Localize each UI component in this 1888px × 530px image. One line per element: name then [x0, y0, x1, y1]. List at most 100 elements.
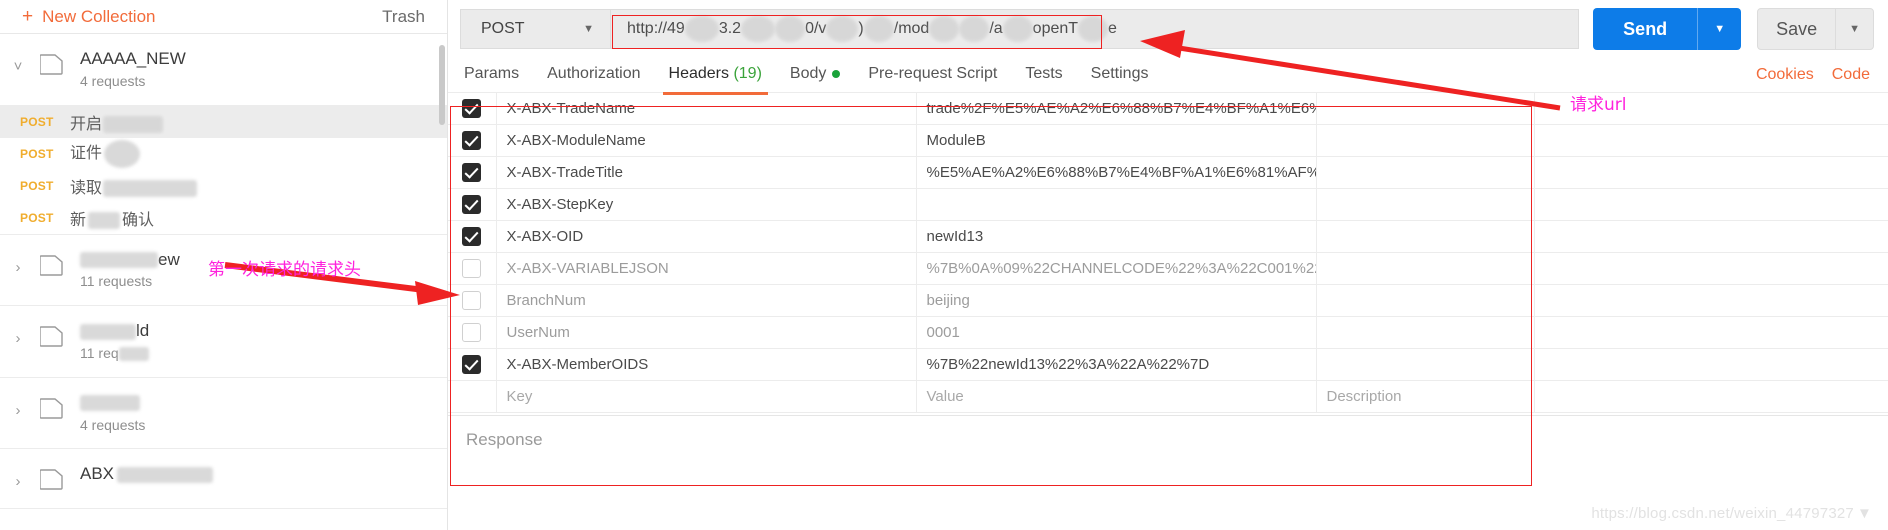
row-checkbox-cell[interactable]: [448, 252, 497, 285]
cookies-link[interactable]: Cookies: [1756, 66, 1814, 84]
collection-item-aaaaa-new[interactable]: ˅ AAAAA_NEW 4 requests: [0, 34, 447, 106]
tab-body[interactable]: Body: [776, 65, 854, 92]
tab-pre-request-script[interactable]: Pre-request Script: [854, 65, 1011, 92]
collection-item-4[interactable]: › ABX: [0, 449, 447, 510]
header-description[interactable]: [1315, 124, 1535, 157]
http-method-select[interactable]: POST ▼: [460, 9, 610, 49]
table-row[interactable]: X-ABX-OID newId13: [448, 220, 1888, 253]
header-key[interactable]: BranchNum: [495, 284, 917, 317]
chevron-right-icon[interactable]: ›: [10, 247, 26, 276]
header-key[interactable]: X-ABX-TradeName: [495, 92, 917, 125]
checkbox-checked-icon[interactable]: [462, 227, 482, 246]
header-key[interactable]: X-ABX-MemberOIDS: [495, 348, 917, 381]
header-value[interactable]: ModuleB: [915, 124, 1317, 157]
header-description[interactable]: [1315, 92, 1535, 125]
table-row[interactable]: X-ABX-MemberOIDS %7B%22newId13%22%3A%22A…: [448, 348, 1888, 381]
row-checkbox-cell[interactable]: [448, 284, 497, 317]
table-row[interactable]: X-ABX-TradeName trade%2F%E5%AE%A2%E6%88%…: [448, 92, 1888, 125]
tab-authorization[interactable]: Authorization: [533, 65, 654, 92]
new-description-input[interactable]: Description: [1315, 380, 1535, 413]
checkbox-checked-icon[interactable]: [462, 163, 482, 182]
tab-headers[interactable]: Headers (19): [655, 65, 776, 95]
collection-count: 11 req: [80, 344, 149, 364]
checkbox-unchecked-icon[interactable]: [462, 291, 482, 310]
header-value[interactable]: newId13: [915, 220, 1317, 253]
chevron-down-icon[interactable]: ˅: [10, 46, 26, 75]
tab-settings[interactable]: Settings: [1077, 65, 1163, 92]
checkbox-checked-icon[interactable]: [462, 355, 482, 374]
new-collection-label: New Collection: [42, 6, 156, 26]
new-collection-button[interactable]: + New Collection: [22, 7, 156, 27]
header-key[interactable]: UserNum: [495, 316, 917, 349]
row-checkbox-cell[interactable]: [448, 316, 497, 349]
header-key[interactable]: X-ABX-StepKey: [495, 188, 917, 221]
collection-item-3[interactable]: › 4 requests: [0, 378, 447, 450]
checkbox-checked-icon[interactable]: [462, 131, 482, 150]
header-value[interactable]: 0001: [915, 316, 1317, 349]
header-value[interactable]: [915, 188, 1317, 221]
send-dropdown-caret-icon[interactable]: ▼: [1698, 8, 1741, 50]
sidebar-header: + New Collection Trash: [0, 0, 447, 34]
chevron-right-icon[interactable]: ›: [10, 390, 26, 419]
collection-item-1[interactable]: › ew 11 requests: [0, 233, 447, 307]
new-value-input[interactable]: Value: [915, 380, 1317, 413]
header-key[interactable]: X-ABX-VARIABLEJSON: [495, 252, 917, 285]
header-key[interactable]: X-ABX-TradeTitle: [495, 156, 917, 189]
header-value[interactable]: %7B%22newId13%22%3A%22A%22%7D: [915, 348, 1317, 381]
header-value[interactable]: trade%2F%E5%AE%A2%E6%88%B7%E4%BF%A1%E6%8…: [915, 92, 1317, 125]
header-value[interactable]: %E5%AE%A2%E6%88%B7%E4%BF%A1%E6%81%AF%E7%…: [915, 156, 1317, 189]
code-link[interactable]: Code: [1832, 66, 1870, 84]
chevron-right-icon[interactable]: ›: [10, 318, 26, 347]
row-checkbox-cell[interactable]: [448, 156, 497, 189]
checkbox-unchecked-icon[interactable]: [462, 323, 482, 342]
header-description[interactable]: [1315, 220, 1535, 253]
header-description[interactable]: [1315, 188, 1535, 221]
new-key-input[interactable]: Key: [495, 380, 917, 413]
redaction-blob: [103, 115, 164, 133]
row-checkbox-cell[interactable]: [448, 188, 497, 221]
header-description[interactable]: [1315, 348, 1535, 381]
folder-icon: [39, 390, 66, 424]
request-item-3[interactable]: POST 新确认: [0, 202, 447, 234]
header-description[interactable]: [1315, 252, 1535, 285]
chevron-right-icon[interactable]: ›: [10, 461, 26, 490]
header-key[interactable]: X-ABX-ModuleName: [495, 124, 917, 157]
main-panel: POST ▼ http://49 3.2 0/v)/mod/a openT e Send…: [448, 0, 1888, 530]
request-item-0[interactable]: POST 开启: [0, 105, 447, 138]
header-value[interactable]: beijing: [915, 284, 1317, 317]
checkbox-checked-icon[interactable]: [462, 99, 482, 118]
sidebar-scrollbar[interactable]: [439, 45, 445, 125]
request-item-1[interactable]: POST 证件: [0, 138, 447, 170]
header-right-links: Cookies Code: [1756, 66, 1870, 92]
header-value[interactable]: %7B%0A%09%22CHANNELCODE%22%3A%22C001%22%…: [915, 252, 1317, 285]
table-row[interactable]: X-ABX-VARIABLEJSON %7B%0A%09%22CHANNELCO…: [448, 252, 1888, 285]
request-item-2[interactable]: POST 读取: [0, 170, 447, 202]
table-row[interactable]: X-ABX-TradeTitle %E5%AE%A2%E6%88%B7%E4%B…: [448, 156, 1888, 189]
table-row[interactable]: UserNum 0001: [448, 316, 1888, 349]
headers-count: (19): [733, 65, 762, 82]
header-description[interactable]: [1315, 156, 1535, 189]
row-checkbox-cell[interactable]: [448, 124, 497, 157]
header-description[interactable]: [1315, 284, 1535, 317]
collection-item-2[interactable]: › ld 11 req: [0, 306, 447, 378]
table-row[interactable]: BranchNum beijing: [448, 284, 1888, 317]
header-key[interactable]: X-ABX-OID: [495, 220, 917, 253]
save-button[interactable]: Save ▼: [1757, 8, 1874, 50]
send-button[interactable]: Send ▼: [1593, 8, 1742, 50]
row-checkbox-cell[interactable]: [448, 92, 497, 125]
checkbox-checked-icon[interactable]: [462, 195, 482, 214]
row-checkbox-cell[interactable]: [448, 220, 497, 253]
trash-link[interactable]: Trash: [382, 7, 425, 27]
tab-tests[interactable]: Tests: [1011, 65, 1076, 92]
header-description[interactable]: [1315, 316, 1535, 349]
collection-name: [80, 392, 145, 415]
save-dropdown-caret-icon[interactable]: ▼: [1836, 9, 1873, 49]
tab-params[interactable]: Params: [450, 65, 533, 92]
url-input[interactable]: http://49 3.2 0/v)/mod/a openT e: [610, 9, 1580, 49]
request-url-bar: POST ▼ http://49 3.2 0/v)/mod/a openT e Send…: [448, 0, 1888, 58]
table-row[interactable]: X-ABX-StepKey: [448, 188, 1888, 221]
table-row[interactable]: X-ABX-ModuleName ModuleB: [448, 124, 1888, 157]
table-row-new[interactable]: Key Value Description: [448, 380, 1888, 413]
row-checkbox-cell[interactable]: [448, 348, 497, 381]
checkbox-unchecked-icon[interactable]: [462, 259, 482, 278]
